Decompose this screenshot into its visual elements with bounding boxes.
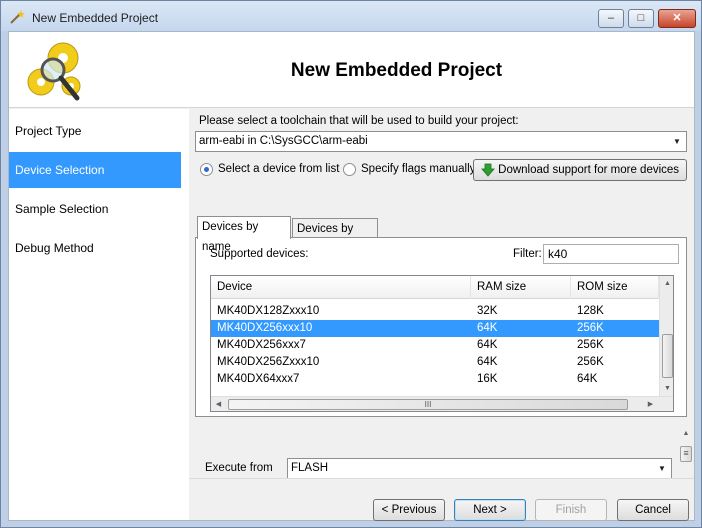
vscroll-thumb[interactable] bbox=[662, 334, 673, 378]
execute-from-value: FLASH bbox=[291, 462, 329, 474]
minimize-button[interactable]: – bbox=[598, 9, 624, 28]
execute-from-select[interactable]: FLASH ▼ bbox=[287, 458, 672, 479]
cancel-button[interactable]: Cancel bbox=[617, 499, 689, 521]
hscroll-thumb[interactable]: III bbox=[228, 399, 628, 410]
radio-select-from-list-label[interactable]: Select a device from list bbox=[218, 163, 339, 175]
download-devices-button[interactable]: Download support for more devices bbox=[473, 159, 687, 181]
wizard-footer: < Previous Next > Finish Cancel bbox=[189, 478, 694, 521]
page-vscroll-thumb[interactable]: ≡ bbox=[680, 446, 692, 462]
scroll-down-icon[interactable]: ▼ bbox=[660, 381, 673, 396]
scroll-up-icon[interactable]: ▲ bbox=[660, 276, 673, 291]
column-header-rom[interactable]: ROM size bbox=[571, 276, 659, 299]
filter-input[interactable] bbox=[543, 244, 679, 264]
device-list-hscrollbar[interactable]: ◀ III ▶ bbox=[211, 396, 673, 411]
cell-device: MK40DX256xxx7 bbox=[217, 339, 306, 351]
cell-device: MK40DX256xxx10 bbox=[217, 322, 313, 334]
wand-icon bbox=[10, 10, 25, 24]
cell-rom: 128K bbox=[577, 305, 604, 317]
cell-rom: 256K bbox=[577, 322, 604, 334]
window-title: New Embedded Project bbox=[32, 11, 159, 25]
cell-ram: 64K bbox=[477, 322, 498, 334]
filter-label: Filter: bbox=[513, 248, 542, 260]
execute-from-label: Execute from bbox=[205, 462, 273, 474]
column-header-device[interactable]: Device bbox=[211, 276, 471, 299]
cell-ram: 32K bbox=[477, 305, 498, 317]
column-header-ram[interactable]: RAM size bbox=[471, 276, 571, 299]
cell-rom: 64K bbox=[577, 373, 598, 385]
page-title: New Embedded Project bbox=[290, 60, 503, 81]
table-row-selected[interactable]: MK40DX256xxx10 64K 256K bbox=[211, 320, 659, 337]
table-row[interactable]: MK40DX128Zxxx10 32K 128K bbox=[211, 303, 659, 320]
chevron-down-icon: ▼ bbox=[658, 464, 666, 473]
device-list-header: Device RAM size ROM size bbox=[211, 276, 659, 299]
scroll-left-icon[interactable]: ◀ bbox=[211, 397, 226, 411]
radio-specify-flags[interactable] bbox=[343, 163, 356, 176]
gears-magnifier-icon bbox=[27, 42, 81, 101]
toolchain-select-value: arm-eabi in C:\SysGCC\arm-eabi bbox=[199, 135, 368, 147]
wizard-window: New Embedded Project – □ ✕ New Embedded … bbox=[0, 0, 702, 528]
chevron-down-icon: ▼ bbox=[673, 137, 681, 146]
cell-device: MK40DX64xxx7 bbox=[217, 373, 300, 385]
tab-devices-by-type[interactable]: Devices by type bbox=[292, 218, 378, 255]
finish-button[interactable]: Finish bbox=[535, 499, 607, 521]
sidebar-item-sample-selection[interactable]: Sample Selection bbox=[9, 191, 181, 227]
tab-devices-by-name[interactable]: Devices by name bbox=[197, 216, 291, 253]
devices-tab-panel: Supported devices: Filter: Device RAM si… bbox=[195, 237, 687, 417]
title-bar: New Embedded Project – □ ✕ bbox=[1, 1, 701, 31]
table-row[interactable]: MK40DX64xxx7 16K 64K bbox=[211, 371, 659, 388]
cell-device: MK40DX256Zxxx10 bbox=[217, 356, 320, 368]
cell-ram: 16K bbox=[477, 373, 498, 385]
sidebar-item-debug-method[interactable]: Debug Method bbox=[9, 230, 181, 266]
device-list-vscrollbar[interactable]: ▲ ▼ bbox=[659, 276, 673, 396]
download-devices-label: Download support for more devices bbox=[498, 164, 680, 176]
radio-specify-flags-label[interactable]: Specify flags manually bbox=[361, 163, 475, 175]
next-button[interactable]: Next > bbox=[454, 499, 526, 521]
cell-device: MK40DX128Zxxx10 bbox=[217, 305, 320, 317]
sidebar-item-project-type[interactable]: Project Type bbox=[9, 113, 181, 149]
toolchain-select[interactable]: arm-eabi in C:\SysGCC\arm-eabi ▼ bbox=[195, 131, 687, 152]
scroll-right-icon[interactable]: ▶ bbox=[643, 397, 658, 411]
wizard-sidebar: Project Type Device Selection Sample Sel… bbox=[9, 109, 189, 520]
device-list[interactable]: Device RAM size ROM size MK40DX128Zxxx10… bbox=[210, 275, 674, 412]
table-row[interactable]: MK40DX256xxx7 64K 256K bbox=[211, 337, 659, 354]
close-button[interactable]: ✕ bbox=[658, 9, 696, 28]
radio-select-from-list[interactable] bbox=[200, 163, 213, 176]
sidebar-item-device-selection[interactable]: Device Selection bbox=[9, 152, 181, 188]
cell-rom: 256K bbox=[577, 356, 604, 368]
cell-rom: 256K bbox=[577, 339, 604, 351]
cell-ram: 64K bbox=[477, 339, 498, 351]
previous-button[interactable]: < Previous bbox=[373, 499, 445, 521]
maximize-button[interactable]: □ bbox=[628, 9, 654, 28]
table-row[interactable]: MK40DX256Zxxx10 64K 256K bbox=[211, 354, 659, 371]
scroll-up-icon[interactable]: ▲ bbox=[679, 426, 693, 441]
toolchain-prompt: Please select a toolchain that will be u… bbox=[199, 115, 519, 127]
device-selection-page: Please select a toolchain that will be u… bbox=[189, 109, 694, 518]
wizard-header: New Embedded Project bbox=[9, 32, 694, 108]
wizard-client: New Embedded Project Project Type Device… bbox=[8, 31, 695, 521]
download-arrow-icon bbox=[481, 163, 495, 177]
cell-ram: 64K bbox=[477, 356, 498, 368]
